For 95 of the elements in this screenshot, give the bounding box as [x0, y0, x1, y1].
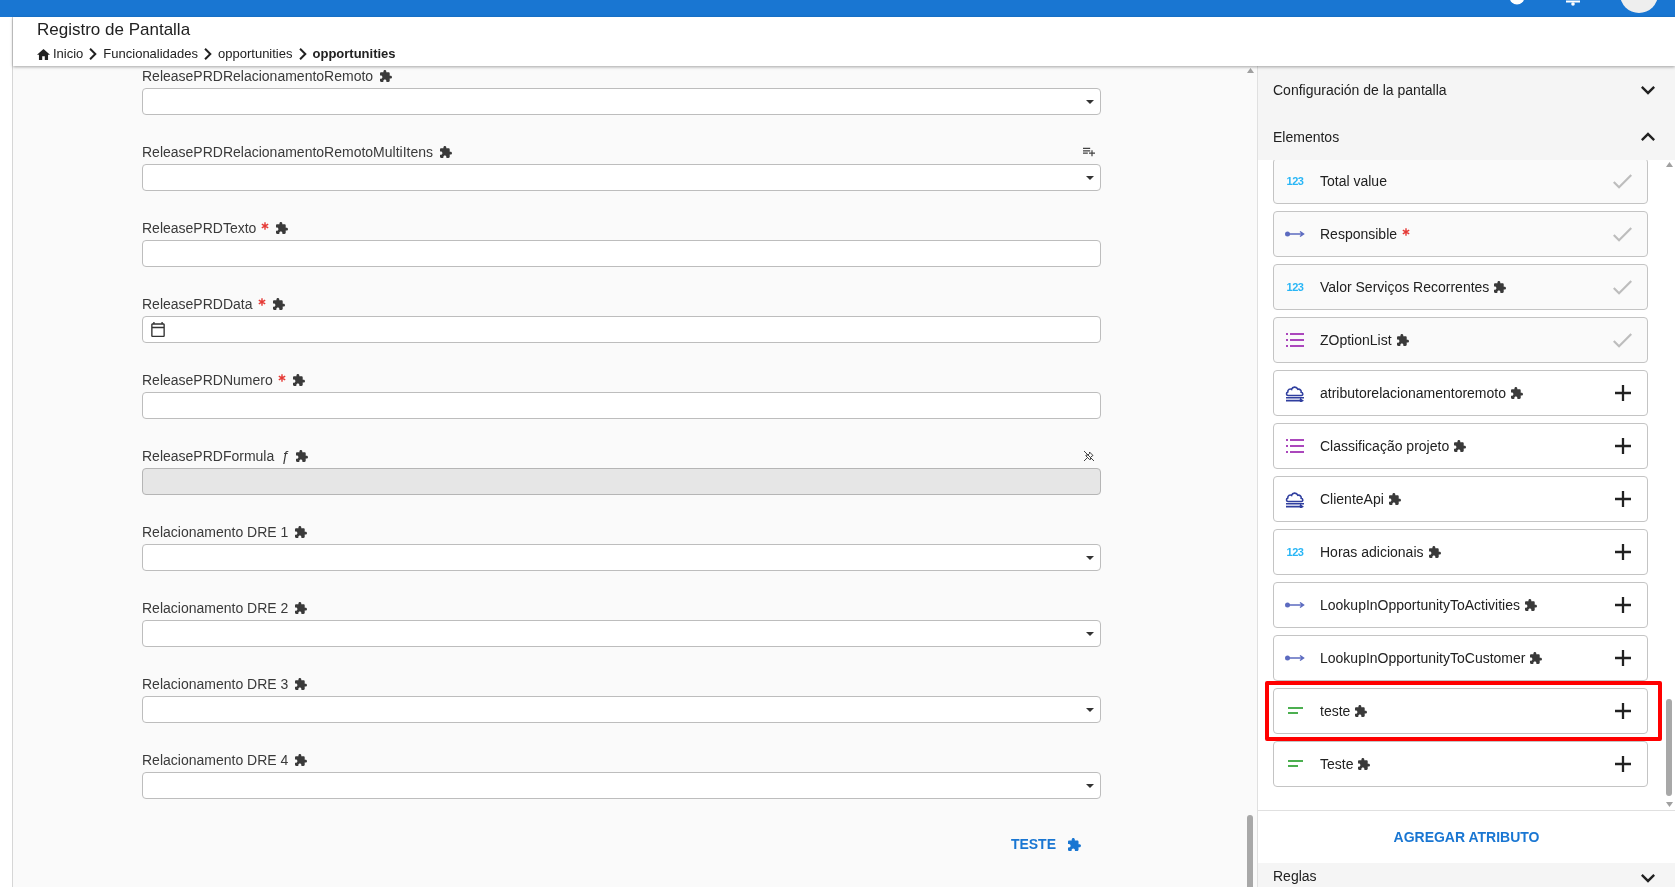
select-field[interactable] [142, 544, 1101, 571]
add-icon[interactable] [1615, 756, 1631, 772]
caret-icon [1086, 707, 1094, 712]
breadcrumb-link[interactable]: opportunities [312, 46, 396, 62]
cloud-icon [1285, 384, 1305, 402]
select-field[interactable] [142, 164, 1101, 191]
field-label: Relacionamento DRE 1 [142, 523, 289, 541]
field-label: ReleasePRDRelacionamentoRemotoMultiItens [142, 143, 434, 161]
short-text-icon [1287, 760, 1303, 768]
field-label: ReleasePRDFormula [142, 447, 275, 465]
breadcrumb-link[interactable]: Funcionalidades [103, 46, 199, 62]
short-text-icon [1287, 707, 1303, 715]
playlist-add-icon[interactable] [1083, 146, 1095, 158]
field-label: ReleasePRDRelacionamentoRemoto [142, 67, 374, 85]
element-name: teste [1320, 703, 1351, 719]
chevron-down-icon[interactable] [1641, 84, 1655, 95]
add-icon[interactable] [1615, 597, 1631, 613]
page-title: Registro de Pantalla [37, 20, 191, 40]
dot-arrow-icon [1285, 230, 1305, 238]
section-title[interactable]: Reglas [1273, 868, 1317, 884]
scroll-up-icon[interactable] [1246, 68, 1254, 73]
caret-icon [1086, 175, 1094, 180]
field-label: Relacionamento DRE 2 [142, 599, 289, 617]
home-icon [37, 47, 50, 61]
add-icon[interactable] [1615, 544, 1631, 560]
element-name: Horas adicionais [1320, 544, 1424, 560]
chevron-right-icon [296, 48, 309, 60]
list-icon [1286, 332, 1304, 348]
select-field[interactable] [142, 772, 1101, 799]
chevron-down-icon[interactable] [1641, 873, 1655, 883]
element-item[interactable]: 123 Total value [1273, 160, 1648, 204]
dot-arrow-icon [1285, 654, 1305, 662]
element-name: LookupInOpportunityToActivities [1320, 597, 1520, 613]
teste-button[interactable]: TESTE [1004, 827, 1087, 861]
avatar[interactable] [1619, 0, 1659, 13]
element-item[interactable]: atributorelacionamentoremoto [1273, 370, 1648, 416]
caret-icon [1086, 99, 1094, 104]
element-item[interactable]: Classificação projeto [1273, 423, 1648, 469]
caret-icon [1086, 783, 1094, 788]
number-type-glyph: 123 [1286, 175, 1304, 187]
add-icon[interactable] [1615, 703, 1631, 719]
select-field[interactable] [142, 696, 1101, 723]
element-item[interactable]: LookupInOpportunityToCustomer [1273, 635, 1648, 681]
element-name: Total value [1320, 173, 1387, 189]
caret-icon [1086, 555, 1094, 560]
list-icon [1286, 438, 1304, 454]
element-item[interactable]: 123 Valor Serviços Recorrentes [1273, 264, 1648, 310]
text-field[interactable] [142, 240, 1101, 267]
number-field[interactable] [142, 392, 1101, 419]
breadcrumb-link[interactable]: Inicio [37, 46, 84, 62]
select-field[interactable] [142, 620, 1101, 647]
help-icon[interactable] [1509, 0, 1525, 5]
field-label: Relacionamento DRE 4 [142, 751, 289, 769]
element-name: Teste [1320, 756, 1354, 772]
pin-off-icon[interactable] [1083, 450, 1095, 462]
add-icon[interactable] [1615, 438, 1631, 454]
formula-symbol: ƒ [281, 448, 290, 464]
element-name: Valor Serviços Recorrentes [1320, 279, 1490, 295]
cloud-icon [1285, 490, 1305, 508]
element-name: Classificação projeto [1320, 438, 1450, 454]
chevron-up-icon[interactable] [1641, 131, 1655, 142]
scrollbar-thumb[interactable] [1247, 815, 1253, 887]
scroll-up-icon[interactable] [1665, 162, 1673, 167]
breadcrumb-link[interactable]: opportunities [218, 46, 293, 62]
section-title[interactable]: Elementos [1273, 128, 1340, 145]
field-label: ReleasePRDData [142, 295, 253, 313]
number-type-glyph: 123 [1286, 281, 1304, 293]
field-label: ReleasePRDTexto [142, 219, 257, 237]
scroll-down-icon[interactable] [1665, 802, 1673, 807]
element-name: atributorelacionamentoremoto [1320, 385, 1506, 401]
select-field[interactable] [142, 88, 1101, 115]
element-name: ClienteApi [1320, 491, 1384, 507]
add-icon[interactable] [1615, 650, 1631, 666]
bell-icon[interactable] [1566, 0, 1580, 6]
element-name: ZOptionList [1320, 332, 1392, 348]
number-type-glyph: 123 [1286, 546, 1304, 558]
element-item[interactable]: Responsible [1273, 211, 1648, 257]
add-icon[interactable] [1615, 385, 1631, 401]
field-label: Relacionamento DRE 3 [142, 675, 289, 693]
calendar-icon [151, 322, 165, 337]
element-item[interactable]: ClienteApi [1273, 476, 1648, 522]
field-label: ReleasePRDNumero [142, 371, 273, 389]
date-field[interactable] [142, 316, 1101, 343]
element-name: LookupInOpportunityToCustomer [1320, 650, 1526, 666]
element-item[interactable]: ZOptionList [1273, 317, 1648, 363]
dot-arrow-icon [1285, 601, 1305, 609]
element-item[interactable]: 123 Horas adicionais [1273, 529, 1648, 575]
element-item[interactable]: teste [1273, 688, 1648, 734]
element-name: Responsible [1320, 226, 1398, 242]
section-title[interactable]: Configuración de la pantalla [1273, 81, 1447, 98]
element-item[interactable]: Teste [1273, 741, 1648, 787]
add-icon[interactable] [1615, 491, 1631, 507]
scrollbar-thumb[interactable] [1666, 699, 1672, 796]
caret-icon [1086, 631, 1094, 636]
element-item[interactable]: LookupInOpportunityToActivities [1273, 582, 1648, 628]
